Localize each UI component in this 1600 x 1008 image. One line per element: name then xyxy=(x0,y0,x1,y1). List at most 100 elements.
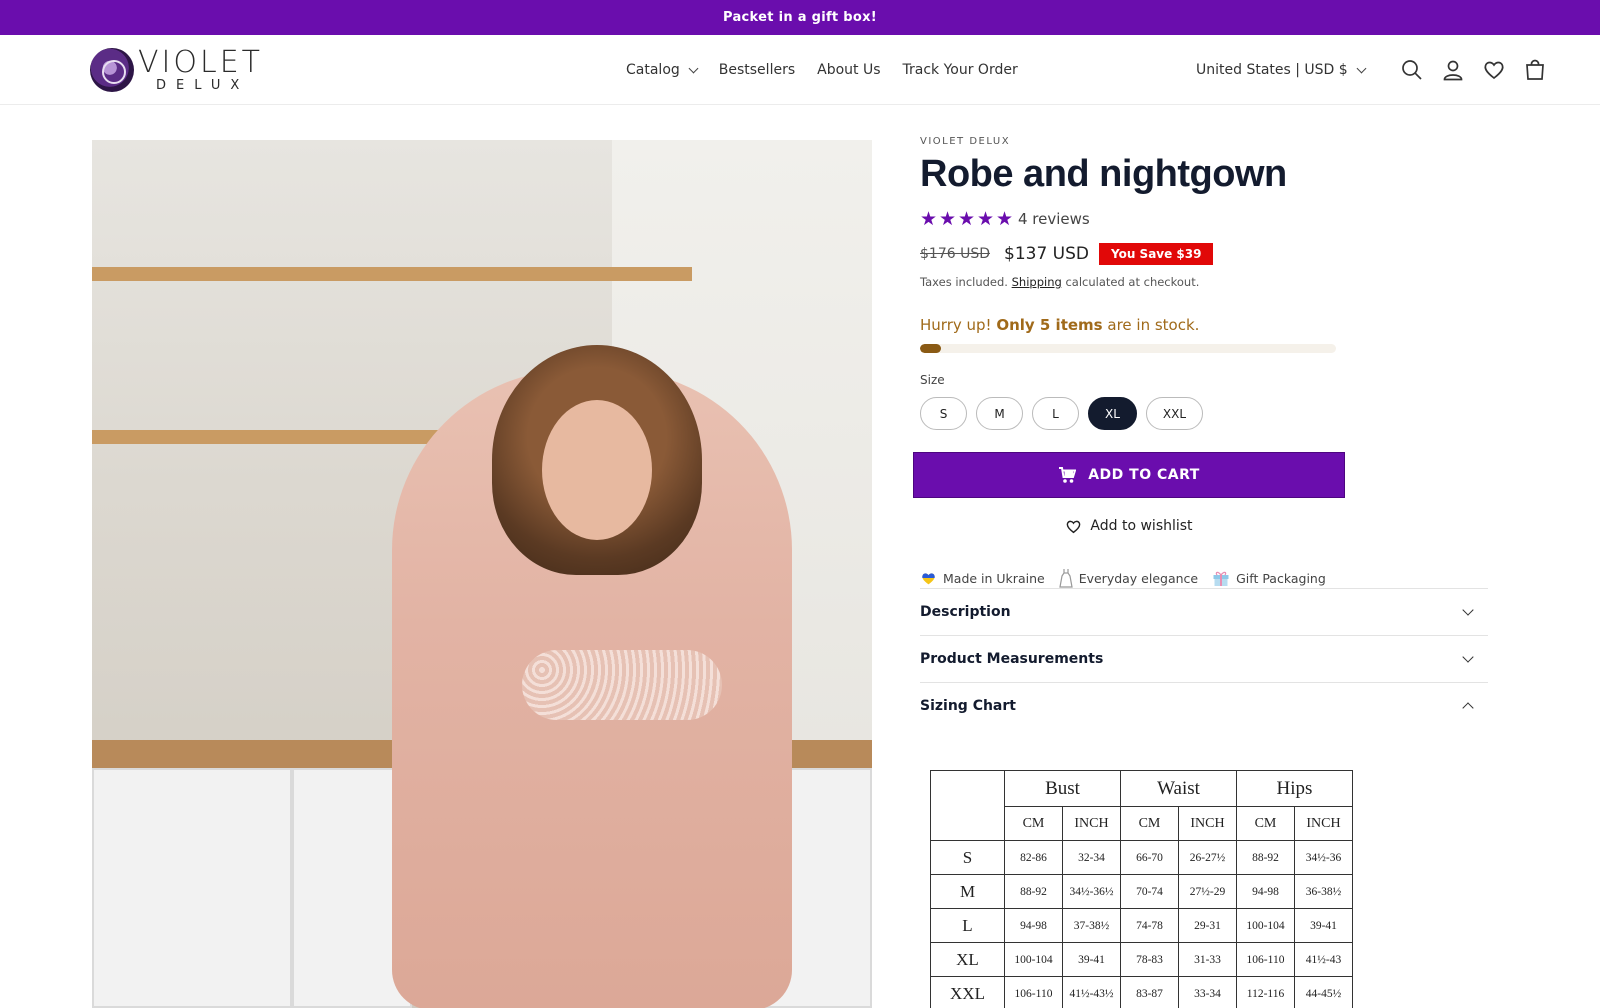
hero-shelf-middle xyxy=(92,430,472,444)
nav-about-label: About Us xyxy=(817,62,881,78)
logo-sub: DELUX xyxy=(156,78,250,93)
sale-price: $137 USD xyxy=(1004,244,1089,264)
stock-progress-fill xyxy=(920,344,941,353)
chart-cell: 83-87 xyxy=(1120,976,1179,1008)
chart-cell: 33-34 xyxy=(1178,976,1237,1008)
size-option-xl[interactable]: XL xyxy=(1088,397,1137,430)
nav-track-label: Track Your Order xyxy=(902,62,1018,78)
wishlist-icon[interactable] xyxy=(1482,58,1506,82)
chart-cell: 94-98 xyxy=(1004,908,1063,943)
accordion-label: Sizing Chart xyxy=(920,698,1016,714)
account-icon[interactable] xyxy=(1441,58,1465,82)
stock-prefix: Hurry up! xyxy=(920,316,992,334)
chart-cell: 26-27½ xyxy=(1178,840,1237,875)
brand-logo[interactable]: VIOLET DELUX xyxy=(90,47,263,93)
accordion-label: Description xyxy=(920,604,1011,620)
wishlist-label: Add to wishlist xyxy=(1090,518,1193,534)
chart-cell: 70-74 xyxy=(1120,874,1179,909)
gift-icon xyxy=(1213,571,1229,586)
stock-message: Hurry up! Only 5 items are in stock. xyxy=(920,316,1490,334)
chart-cell: 100-104 xyxy=(1236,908,1295,943)
chart-cell: 36-38½ xyxy=(1294,874,1353,909)
tax-note: Taxes included. Shipping calculated at c… xyxy=(920,275,1490,289)
chart-size-cell: S xyxy=(930,840,1005,875)
chart-row-s: S 82-86 32-34 66-70 26-27½ 88-92 34½-36 xyxy=(930,840,1353,875)
reviews-count[interactable]: 4 reviews xyxy=(1018,210,1090,228)
chevron-down-icon xyxy=(1462,651,1474,663)
chevron-down-icon xyxy=(1462,604,1474,616)
heart-icon xyxy=(1067,520,1081,534)
add-to-wishlist-button[interactable]: Add to wishlist xyxy=(913,518,1345,534)
product-image[interactable] xyxy=(92,140,872,1008)
search-icon[interactable] xyxy=(1400,58,1424,82)
size-option-xxl[interactable]: XXL xyxy=(1145,397,1204,430)
chart-cell: 29-31 xyxy=(1178,908,1237,943)
save-badge: You Save $39 xyxy=(1099,243,1214,265)
chart-group-bust: Bust xyxy=(1004,770,1121,807)
chart-cell: 39-41 xyxy=(1062,942,1121,977)
accordion-label: Product Measurements xyxy=(920,651,1104,667)
chart-cell: 100-104 xyxy=(1004,942,1063,977)
size-option-m[interactable]: M xyxy=(976,397,1023,430)
accordion-product-measurements[interactable]: Product Measurements xyxy=(920,635,1488,682)
ukraine-heart-icon xyxy=(922,573,935,585)
chart-group-hips: Hips xyxy=(1236,770,1353,807)
chart-row-xxl: XXL 106-110 41½-43½ 83-87 33-34 112-116 … xyxy=(930,976,1353,1008)
add-to-cart-label: ADD TO CART xyxy=(1088,467,1200,483)
chart-unit: CM xyxy=(1004,806,1063,841)
product-info: VIOLET DELUX Robe and nightgown ★ ★ ★ ★ … xyxy=(913,136,1490,729)
nav-track-order[interactable]: Track Your Order xyxy=(903,62,1018,78)
nav-bestsellers[interactable]: Bestsellers xyxy=(719,62,795,78)
chart-corner-cell xyxy=(930,770,1005,841)
locale-selector[interactable]: United States | USD $ xyxy=(1196,62,1367,78)
size-label: Size xyxy=(920,373,945,387)
chart-size-cell: L xyxy=(930,908,1005,943)
header-actions: United States | USD $ xyxy=(1196,35,1547,105)
hero-face xyxy=(542,400,652,540)
chart-unit: CM xyxy=(1120,806,1179,841)
chart-group-row: Bust Waist Hips xyxy=(930,770,1353,841)
locale-label: United States | USD $ xyxy=(1196,62,1348,78)
chart-cell: 34½-36 xyxy=(1294,840,1353,875)
cart-add-icon xyxy=(1059,466,1077,483)
feature-gift-packaging: Gift Packaging xyxy=(1212,569,1326,587)
chart-group-waist: Waist xyxy=(1120,770,1237,807)
accordion-sizing-chart[interactable]: Sizing Chart xyxy=(920,682,1488,729)
feature-label: Made in Ukraine xyxy=(943,570,1045,586)
star-icon: ★ xyxy=(958,208,976,230)
nav-catalog[interactable]: Catalog xyxy=(626,62,699,78)
nav-catalog-label: Catalog xyxy=(626,62,680,78)
add-to-cart-button[interactable]: ADD TO CART xyxy=(913,452,1345,498)
tax-suffix: calculated at checkout. xyxy=(1065,275,1200,289)
chart-size-cell: XL xyxy=(930,942,1005,977)
size-option-l[interactable]: L xyxy=(1032,397,1079,430)
nav-about-us[interactable]: About Us xyxy=(817,62,880,78)
chart-cell: 88-92 xyxy=(1236,840,1295,875)
cart-icon[interactable] xyxy=(1523,58,1547,82)
chart-cell: 31-33 xyxy=(1178,942,1237,977)
announcement-text: Packet in a gift box! xyxy=(722,10,878,25)
price-row: $176 USD $137 USD You Save $39 xyxy=(920,243,1490,265)
product-features: Made in Ukraine Everyday elegance Gift P… xyxy=(920,568,1490,588)
shipping-link[interactable]: Shipping xyxy=(1012,275,1062,289)
feature-everyday-elegance: Everyday elegance xyxy=(1058,568,1199,588)
accordion-description[interactable]: Description xyxy=(920,588,1488,635)
nav-bestsellers-label: Bestsellers xyxy=(718,62,796,78)
chart-unit: INCH xyxy=(1062,806,1121,841)
sizing-chart-table: Bust Waist Hips CM INCH CM INCH CM INCH … xyxy=(930,770,1353,1008)
hero-shelf-top xyxy=(92,267,692,281)
product-rating[interactable]: ★ ★ ★ ★ ★ 4 reviews xyxy=(920,208,1490,230)
announcement-bar: Packet in a gift box! xyxy=(0,0,1600,35)
chart-row-xl: XL 100-104 39-41 78-83 31-33 106-110 41½… xyxy=(930,942,1353,977)
feature-label: Everyday elegance xyxy=(1078,570,1199,586)
chart-cell: 112-116 xyxy=(1236,976,1295,1008)
stock-suffix: are in stock. xyxy=(1107,316,1200,334)
logo-mark-icon xyxy=(90,48,134,92)
logo-text: VIOLET DELUX xyxy=(138,45,263,93)
logo-name: VIOLET xyxy=(138,45,263,80)
size-option-s[interactable]: S xyxy=(920,397,967,430)
chart-cell: 41½-43½ xyxy=(1062,976,1121,1008)
star-icon: ★ xyxy=(939,208,957,230)
tax-prefix: Taxes included. xyxy=(920,275,1008,289)
chart-cell: 39-41 xyxy=(1294,908,1353,943)
